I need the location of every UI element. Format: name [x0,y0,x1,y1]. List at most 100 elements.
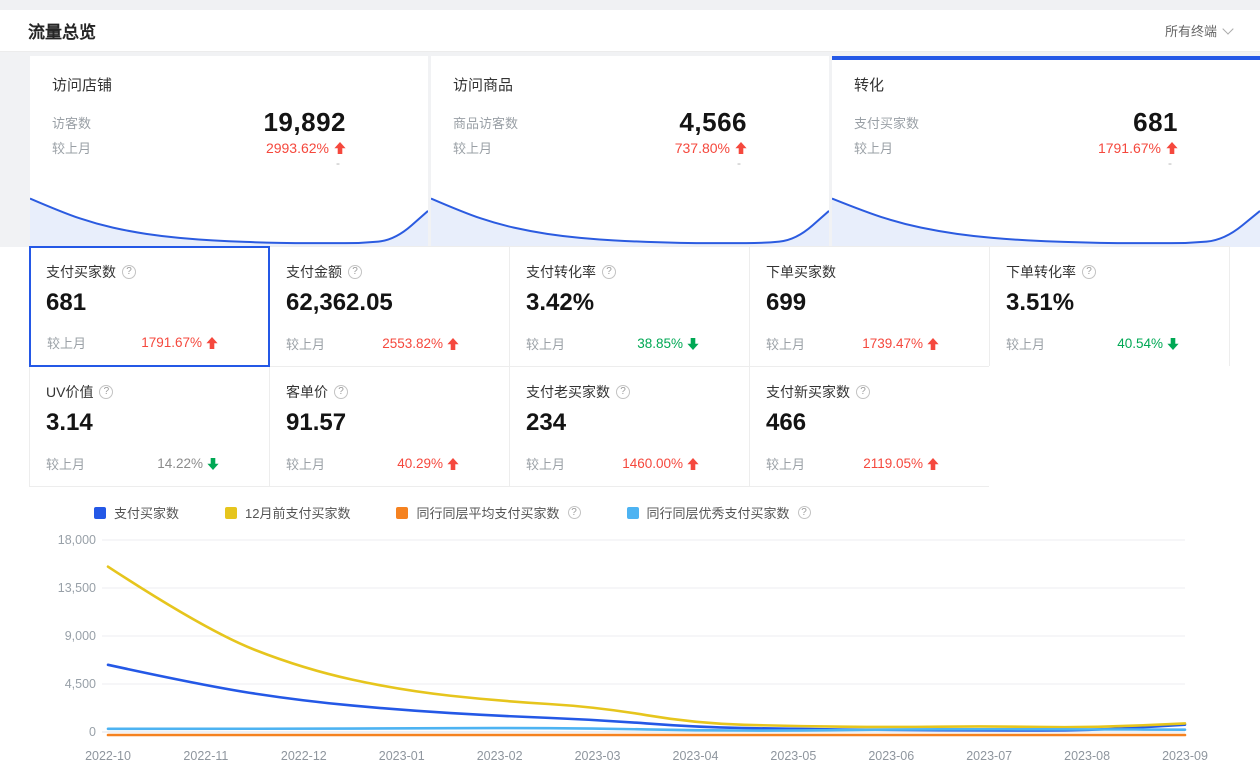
card-product-visits[interactable]: 访问商品 商品访客数 4,566 较上月 737.80% - [431,56,829,247]
change-label: 较上月 [766,454,805,473]
card-conversion[interactable]: 转化 支付买家数 681 较上月 1791.67% - [832,56,1260,247]
change-percent: 1460.00% [622,456,683,471]
up-arrow-icon [927,338,939,350]
change-label: 较上月 [854,138,893,157]
help-icon[interactable]: ? [334,385,348,399]
metric-card-pay-conversion[interactable]: 支付转化率? 3.42% 较上月 38.85% [509,246,750,367]
y-axis-label: 18,000 [58,533,96,547]
x-axis-label: 2022-12 [281,749,327,763]
metric-grid: 支付买家数? 681 较上月 1791.67% 支付金额? 62,362.05 … [30,247,1231,487]
trend-chart[interactable]: 18,00013,5009,0004,50002022-102022-11202… [30,530,1230,770]
legend-swatch [396,507,408,519]
up-arrow-icon [927,458,939,470]
y-axis-label: 9,000 [65,629,96,643]
change-percent: 737.80% [675,140,730,156]
help-icon[interactable]: ? [99,385,113,399]
help-icon[interactable]: ? [856,385,870,399]
sparkline-chart [832,179,1260,247]
change-percent: 40.29% [397,456,443,471]
up-arrow-icon [447,458,459,470]
legend-item-pay-buyers-12mo[interactable]: 12月前支付买家数 [225,503,350,522]
change-value: 1791.67% [141,335,218,350]
change-percent: 1791.67% [141,335,202,350]
help-icon[interactable]: ? [798,506,811,519]
change-label: 较上月 [1006,334,1045,353]
metric-title: 下单买家数 [766,262,836,282]
change-percent: 2553.82% [382,336,443,351]
up-arrow-icon [687,458,699,470]
chevron-down-icon [1222,23,1233,34]
change-label: 较上月 [453,138,492,157]
y-axis-label: 4,500 [65,677,96,691]
secondary-dash: - [30,157,428,169]
device-filter-label: 所有终端 [1165,21,1217,40]
help-icon[interactable]: ? [348,265,362,279]
metric-value: 91.57 [286,409,493,437]
card-title: 访问商品 [431,56,829,95]
change-percent: 1791.67% [1098,140,1161,156]
metric-value: 3.42% [526,289,733,317]
change-label: 较上月 [46,454,85,473]
legend-item-pay-buyers[interactable]: 支付买家数 [94,503,179,522]
metric-card-avg-order-value[interactable]: 客单价? 91.57 较上月 40.29% [269,366,510,487]
x-axis-label: 2023-09 [1162,749,1208,763]
page-header: 流量总览 所有终端 [0,10,1260,52]
metric-value: 466 [766,409,973,437]
card-shop-visits[interactable]: 访问店铺 访客数 19,892 较上月 2993.62% - [30,56,428,247]
y-axis-label: 0 [89,725,96,739]
card-title: 转化 [832,56,1260,95]
series-line [108,665,1185,731]
metric-value: 19,892 [263,107,346,138]
change-label: 较上月 [52,138,91,157]
legend-swatch [627,507,639,519]
help-icon[interactable]: ? [122,265,136,279]
series-line [108,728,1185,730]
help-icon[interactable]: ? [616,385,630,399]
legend-item-peer-excellent[interactable]: 同行同层优秀支付买家数 ? [627,503,811,522]
x-axis-label: 2022-10 [85,749,131,763]
metric-value: 681 [1133,107,1178,138]
metric-title: 支付转化率 [526,262,596,282]
metric-title: 支付老买家数 [526,382,610,402]
change-label: 较上月 [526,454,565,473]
metric-value: 699 [766,289,973,317]
metric-value: 3.14 [46,409,253,437]
help-icon[interactable]: ? [1082,265,1096,279]
legend-item-peer-average[interactable]: 同行同层平均支付买家数 ? [396,503,580,522]
change-label: 较上月 [47,333,86,352]
up-arrow-icon [334,142,346,154]
metric-card-uv-value[interactable]: UV价值? 3.14 较上月 14.22% [29,366,270,487]
metric-card-pay-amount[interactable]: 支付金额? 62,362.05 较上月 2553.82% [269,246,510,367]
help-icon[interactable]: ? [568,506,581,519]
metric-card-new-buyers[interactable]: 支付新买家数? 466 较上月 2119.05% [749,366,990,487]
change-label: 较上月 [526,334,565,353]
metric-title: 支付金额 [286,262,342,282]
change-value: 1460.00% [622,456,699,471]
metric-card-pay-buyers[interactable]: 支付买家数? 681 较上月 1791.67% [29,246,270,367]
change-value: 14.22% [157,456,219,471]
metric-value: 62,362.05 [286,289,493,317]
legend-swatch [94,507,106,519]
device-filter-dropdown[interactable]: 所有终端 [1165,21,1232,40]
metric-value: 4,566 [679,107,747,138]
change-percent: 1739.47% [862,336,923,351]
legend-label: 12月前支付买家数 [245,503,350,522]
metric-card-old-buyers[interactable]: 支付老买家数? 234 较上月 1460.00% [509,366,750,487]
chart-legend: 支付买家数 12月前支付买家数 同行同层平均支付买家数 ? 同行同层优秀支付买家… [94,503,1230,522]
metric-title: 客单价 [286,382,328,402]
change-value: 737.80% [675,140,747,156]
metric-card-order-buyers[interactable]: 下单买家数 699 较上月 1739.47% [749,246,990,367]
overview-cards: 访问店铺 访客数 19,892 较上月 2993.62% - 访问商品 商品访客… [0,52,1260,247]
metric-card-order-conversion[interactable]: 下单转化率? 3.51% 较上月 40.54% [989,246,1230,367]
metric-label: 支付买家数 [854,113,919,132]
metric-value: 681 [46,289,253,317]
metric-label: 访客数 [52,113,91,132]
metric-title: 支付买家数 [46,262,116,282]
up-arrow-icon [1166,142,1178,154]
x-axis-label: 2023-07 [966,749,1012,763]
help-icon[interactable]: ? [602,265,616,279]
secondary-dash: - [431,157,829,169]
change-percent: 38.85% [637,336,683,351]
card-title: 访问店铺 [30,56,428,95]
page-title: 流量总览 [28,18,96,43]
